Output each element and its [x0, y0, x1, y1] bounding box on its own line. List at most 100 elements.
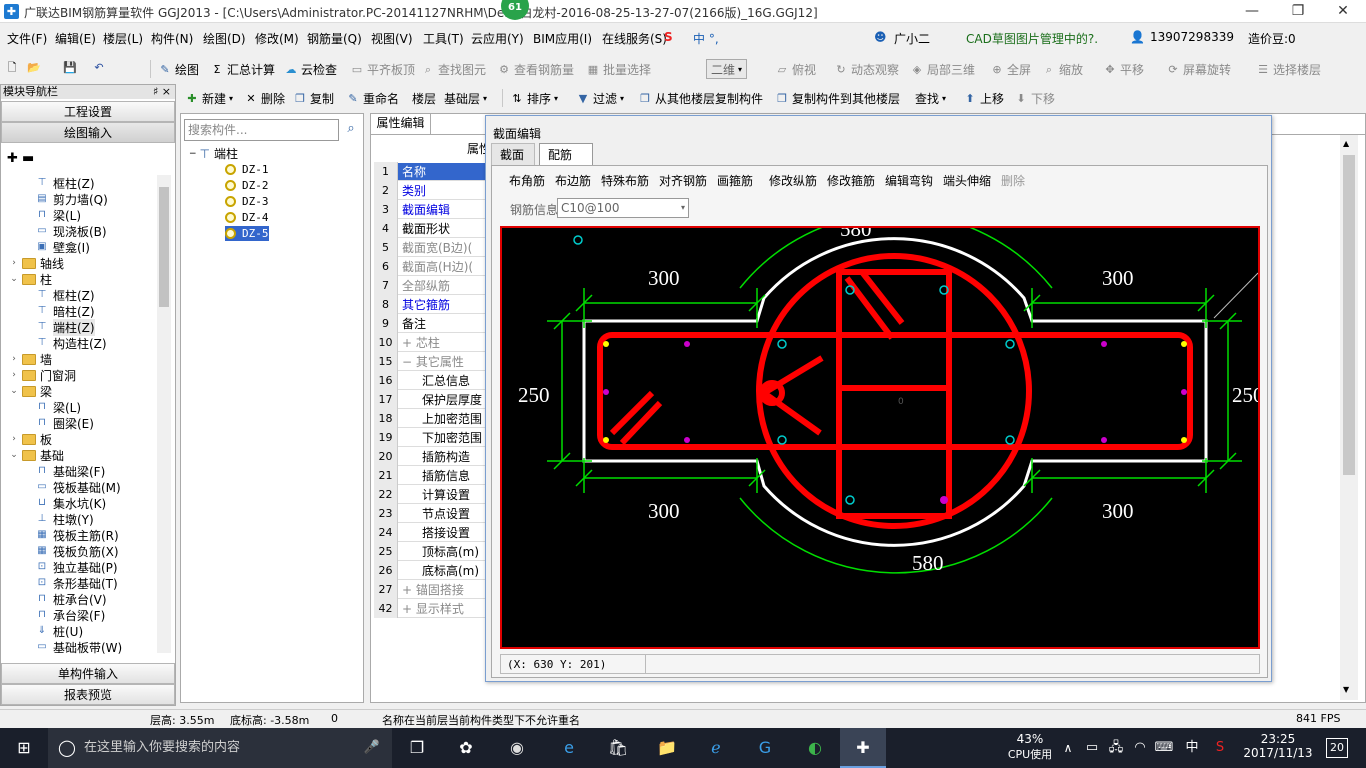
nav-tree-item[interactable]: › 门窗洞	[9, 367, 76, 383]
nav-tree-item[interactable]: ▭ 筏板基础(M)	[35, 479, 120, 495]
align-rebar-button[interactable]: 对齐钢筋	[659, 172, 707, 189]
pan-button[interactable]: ✥ 平移	[1103, 61, 1144, 78]
nav-tree-item[interactable]: ⊡ 条形基础(T)	[35, 575, 118, 591]
nav-tree-item[interactable]: ▭ 现浇板(B)	[35, 223, 106, 239]
find-button[interactable]: 查找 ▾	[915, 90, 946, 107]
sogou-ime-icon[interactable]: S	[664, 30, 673, 44]
section-canvas[interactable]: 300 300 300 300 250 250 580 580 0	[500, 226, 1260, 649]
nav-tree-item[interactable]: ⊤ 构造柱(Z)	[35, 335, 107, 351]
dynamic-view-button[interactable]: ↻ 动态观察	[834, 61, 899, 78]
nav-tree-item[interactable]: › 墙	[9, 351, 52, 367]
copy-to-floor-button[interactable]: ❐ 复制构件到其他楼层	[775, 90, 900, 107]
nav-tree-item[interactable]: ▦ 筏板主筋(R)	[35, 527, 118, 543]
pin-close-icon[interactable]: ♯ ×	[153, 85, 175, 99]
search-icon[interactable]: ⌕	[341, 119, 361, 141]
view-steel-button[interactable]: ⚙ 查看钢筋量	[497, 61, 574, 78]
component-item[interactable]: DZ-3	[225, 194, 269, 209]
menu-file[interactable]: 文件(F)	[7, 30, 47, 47]
property-row[interactable]: 24 搭接设置	[374, 522, 486, 542]
property-row[interactable]: 10 + 芯柱	[374, 332, 486, 352]
nav-tree-item[interactable]: ⊓ 梁(L)	[35, 399, 81, 415]
property-row[interactable]: 7 全部纵筋	[374, 275, 486, 295]
property-row[interactable]: 19 下加密范围	[374, 427, 486, 447]
nav-tree-item[interactable]: ⊥ 柱墩(Y)	[35, 511, 94, 527]
edit-stirrup-button[interactable]: 修改箍筋	[827, 172, 875, 189]
search-input[interactable]: 搜索构件...	[184, 119, 339, 141]
nav-tree-item[interactable]: ⊓ 圈梁(E)	[35, 415, 94, 431]
menu-edit[interactable]: 编辑(E)	[55, 30, 96, 47]
move-down-button[interactable]: ⬇ 下移	[1014, 90, 1055, 107]
tree-root-endcolumn[interactable]: − ⊤ 端柱	[189, 146, 238, 162]
nav-tree-item[interactable]: ⊤ 端柱(Z)	[35, 318, 95, 336]
save-icon[interactable]: 💾	[63, 61, 77, 75]
menu-tools[interactable]: 工具(T)	[423, 30, 464, 47]
price-beans[interactable]: 造价豆:0	[1248, 30, 1296, 47]
keyboard-icon[interactable]: ⌨	[1152, 736, 1176, 760]
component-item[interactable]: DZ-2	[225, 178, 269, 193]
tab-section[interactable]: 截面	[491, 143, 535, 165]
menu-view[interactable]: 视图(V)	[371, 30, 413, 47]
nav-tree-item[interactable]: ▦ 筏板负筋(X)	[35, 543, 118, 559]
property-row[interactable]: 16 汇总信息	[374, 370, 486, 390]
expand-icon[interactable]: ›	[9, 258, 19, 268]
rename-button[interactable]: ✎ 重命名	[346, 90, 399, 107]
windows-start-icon[interactable]: ⊞	[12, 736, 36, 760]
floor-select[interactable]: 基础层 ▾	[444, 90, 487, 107]
sum-button[interactable]: Σ 汇总计算	[210, 61, 276, 78]
ie-browser-icon[interactable]: ℯ	[704, 736, 728, 760]
property-row[interactable]: 21 插筋信息	[374, 465, 486, 485]
open-file-icon[interactable]: 📂	[27, 61, 41, 75]
property-row[interactable]: 42 + 显示样式	[374, 598, 486, 618]
property-row[interactable]: 9 备注	[374, 313, 486, 333]
draw-input-button[interactable]: 绘图输入	[1, 122, 175, 143]
expand-icon[interactable]: ›	[9, 354, 19, 364]
collapse-icon[interactable]: ⌄	[9, 450, 19, 460]
wifi-icon[interactable]: ◠	[1128, 736, 1152, 760]
chevron-up-icon[interactable]: ∧	[1056, 736, 1080, 760]
undo-icon[interactable]: ↶	[92, 61, 106, 75]
project-settings-button[interactable]: 工程设置	[1, 101, 175, 122]
rebar-info-select[interactable]: C10@100 ▾	[557, 198, 689, 218]
app-spiral-icon[interactable]: ◉	[505, 736, 529, 760]
clock[interactable]: 23:25 2017/11/13	[1238, 732, 1318, 760]
draw-stirrup-button[interactable]: 画箍筋	[717, 172, 753, 189]
rotate-button[interactable]: ⟳ 屏幕旋转	[1166, 61, 1231, 78]
property-row[interactable]: 6 截面高(H边)(	[374, 256, 486, 276]
nav-tree-item[interactable]: ⊤ 框柱(Z)	[35, 175, 95, 191]
nav-tree-item[interactable]: ⌄ 基础	[9, 447, 64, 463]
edit-hook-button[interactable]: 编辑弯钩	[885, 172, 933, 189]
notification-center[interactable]: 20	[1326, 738, 1348, 758]
edge-browser-icon[interactable]: e	[557, 736, 581, 760]
property-row[interactable]: 17 保护层厚度	[374, 389, 486, 409]
tab-property-edit[interactable]: 属性编辑	[371, 114, 431, 134]
copy-from-floor-button[interactable]: ❐ 从其他楼层复制构件	[638, 90, 763, 107]
expand-collapse-icons[interactable]: ✚ ▬	[7, 151, 34, 166]
nav-tree-item[interactable]: › 轴线	[9, 255, 64, 271]
close-button[interactable]: ✕	[1320, 0, 1366, 23]
property-row[interactable]: 22 计算设置	[374, 484, 486, 504]
app-fan-icon[interactable]: ✿	[454, 736, 478, 760]
cloud-check-button[interactable]: ☁ 云检查	[284, 61, 338, 78]
new-component-button[interactable]: ✚ 新建 ▾	[185, 90, 233, 107]
nav-tree-item[interactable]: ⊓ 承台梁(F)	[35, 607, 105, 623]
property-row[interactable]: 2 类别	[374, 180, 486, 200]
property-row[interactable]: 18 上加密范围	[374, 408, 486, 428]
user-phone[interactable]: 13907298339	[1150, 30, 1234, 44]
view-mode-select[interactable]: 二维 ▾	[706, 59, 748, 79]
menu-component[interactable]: 构件(N)	[151, 30, 193, 47]
flat-top-button[interactable]: ▭ 平齐板顶	[350, 61, 415, 78]
store-icon[interactable]: 🛍	[606, 736, 630, 760]
nav-tree-item[interactable]: ⌄ 梁	[9, 383, 52, 399]
property-row[interactable]: 3 截面编辑	[374, 199, 486, 219]
expand-icon[interactable]: ›	[9, 370, 19, 380]
nav-tree-item[interactable]: ⊤ 框柱(Z)	[35, 287, 95, 303]
property-row[interactable]: 8 其它箍筋	[374, 294, 486, 314]
corner-rebar-button[interactable]: 布角筋	[509, 172, 545, 189]
section-drawing[interactable]: 300 300 300 300 250 250 580 580 0	[502, 228, 1258, 647]
ime-toolbar[interactable]: 中 °,	[693, 30, 719, 47]
nav-tree-item[interactable]: › 板	[9, 431, 52, 447]
task-view-icon[interactable]: ❐	[405, 736, 429, 760]
menu-floor[interactable]: 楼层(L)	[103, 30, 143, 47]
restore-button[interactable]: ❐	[1275, 0, 1321, 23]
nav-tree-item[interactable]: ▣ 壁龛(I)	[35, 239, 90, 255]
